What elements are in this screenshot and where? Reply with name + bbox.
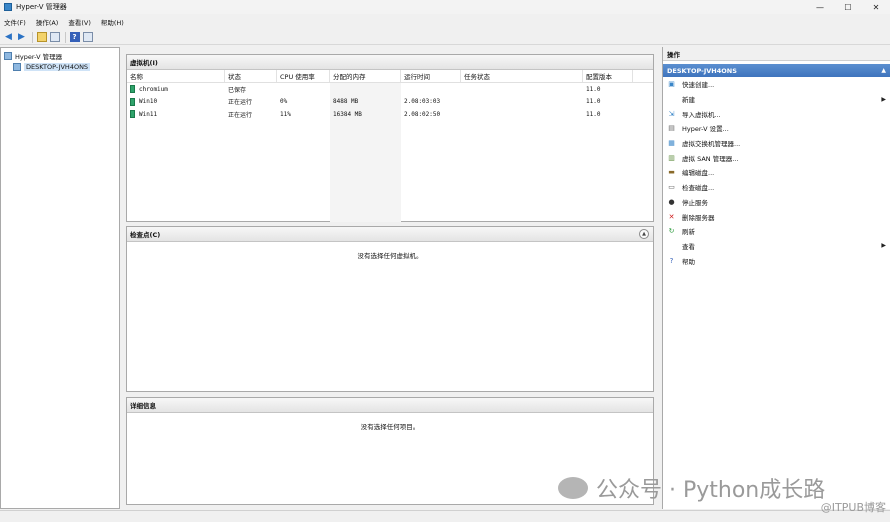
action-item[interactable]: ▬ 编辑磁盘... bbox=[663, 165, 890, 180]
vm-pane-header: 虚拟机(I) bbox=[127, 55, 653, 70]
collapse-up-icon[interactable]: ▲ bbox=[639, 229, 649, 239]
actions-pane: 操作 DESKTOP-JVH4ONS ▲ ▣ 快速创建... 新建 ▶ ⇲ 导入虚拟机..… bbox=[662, 47, 890, 509]
vm-table: 名称 状态 CPU 使用率 分配的内存 运行时间 任务状态 配置版本 chrom… bbox=[127, 70, 653, 222]
checkpoints-pane-header: 检查点(C) ▲ bbox=[127, 227, 653, 242]
action-label: 查看 bbox=[682, 242, 695, 251]
col-memory[interactable]: 分配的内存 bbox=[330, 70, 401, 82]
action-label: 检查磁盘... bbox=[682, 184, 715, 193]
import-icon: ⇲ bbox=[668, 109, 675, 118]
actions-section-server[interactable]: DESKTOP-JVH4ONS ▲ bbox=[663, 64, 890, 77]
delete-icon: ✕ bbox=[668, 212, 675, 221]
action-label: 删除服务器 bbox=[682, 213, 715, 222]
action-label: 帮助 bbox=[682, 257, 695, 266]
action-item[interactable]: ✕ 删除服务器 bbox=[663, 209, 890, 224]
inspect-disk-icon: ▭ bbox=[668, 183, 675, 192]
watermark-sub: @ITPUB博客 bbox=[820, 501, 886, 514]
menu-action[interactable]: 操作(A) bbox=[36, 17, 59, 27]
watermark: 公众号 · Python成长路 bbox=[558, 472, 825, 504]
col-task[interactable]: 任务状态 bbox=[461, 70, 583, 82]
toolbar: ◀ ▶ ? bbox=[0, 30, 890, 45]
switch-icon: ▦ bbox=[668, 139, 675, 148]
window-title: Hyper-V 管理器 bbox=[16, 3, 67, 11]
action-item[interactable]: ? 帮助 bbox=[663, 253, 890, 268]
action-item[interactable]: 新建 ▶ bbox=[663, 92, 890, 107]
action-label: 导入虚拟机... bbox=[682, 110, 721, 119]
action-item[interactable]: ⇲ 导入虚拟机... bbox=[663, 106, 890, 121]
menu-view[interactable]: 查看(V) bbox=[68, 17, 91, 27]
action-label: 停止服务 bbox=[682, 198, 708, 207]
vm-table-header: 名称 状态 CPU 使用率 分配的内存 运行时间 任务状态 配置版本 bbox=[127, 70, 653, 83]
checkpoints-empty-message: 没有选择任何虚拟机。 bbox=[357, 252, 423, 260]
action-item[interactable]: ▭ 检查磁盘... bbox=[663, 180, 890, 195]
settings-icon: ▤ bbox=[668, 124, 675, 133]
action-item[interactable]: ▥ 虚拟 SAN 管理器... bbox=[663, 150, 890, 165]
help-icon[interactable]: ? bbox=[69, 32, 80, 43]
tree-item-server[interactable]: DESKTOP-JVH4ONS bbox=[1, 61, 119, 72]
title-bar: Hyper-V 管理器 — ☐ ✕ bbox=[0, 0, 890, 14]
virtual-machines-pane: 虚拟机(I) 名称 状态 CPU 使用率 分配的内存 运行时间 任务状态 配置版… bbox=[126, 54, 654, 222]
table-row[interactable]: chromium 已保存 11.0 bbox=[127, 83, 653, 96]
wechat-logo-icon bbox=[558, 477, 588, 499]
action-label: 虚拟 SAN 管理器... bbox=[682, 154, 739, 163]
col-version[interactable]: 配置版本 bbox=[583, 70, 633, 82]
show-hide-tree-icon[interactable] bbox=[49, 32, 60, 43]
action-label: 新建 bbox=[682, 96, 695, 105]
forward-arrow-icon[interactable]: ▶ bbox=[16, 32, 27, 43]
san-icon: ▥ bbox=[668, 153, 675, 162]
tree-item-hyperv-manager[interactable]: Hyper-V 管理器 bbox=[1, 50, 119, 61]
col-cpu[interactable]: CPU 使用率 bbox=[277, 70, 330, 82]
action-item[interactable]: 查看 ▶ bbox=[663, 239, 890, 254]
quick-create-icon: ▣ bbox=[668, 80, 675, 89]
hyperv-app-icon bbox=[4, 3, 12, 11]
help-icon: ? bbox=[669, 256, 674, 265]
menu-help[interactable]: 帮助(H) bbox=[101, 17, 124, 27]
details-pane-header: 详细信息 bbox=[127, 398, 653, 413]
action-item[interactable]: ● 停止服务 bbox=[663, 195, 890, 210]
action-item[interactable]: ▤ Hyper-V 设置... bbox=[663, 121, 890, 136]
action-item[interactable]: ▣ 快速创建... bbox=[663, 77, 890, 92]
vm-icon bbox=[130, 85, 135, 94]
action-item[interactable]: ↻ 刷新 bbox=[663, 224, 890, 239]
back-arrow-icon[interactable]: ◀ bbox=[3, 32, 14, 43]
hyperv-manager-icon bbox=[4, 51, 12, 60]
folder-up-icon[interactable] bbox=[36, 32, 47, 43]
details-empty-message: 没有选择任何项目。 bbox=[360, 423, 420, 431]
action-item[interactable]: ▦ 虚拟交换机管理器... bbox=[663, 136, 890, 151]
refresh-icon: ↻ bbox=[668, 227, 675, 236]
maximize-button[interactable]: ☐ bbox=[834, 0, 862, 14]
status-bar bbox=[0, 510, 890, 522]
action-label: 虚拟交换机管理器... bbox=[682, 140, 741, 149]
checkpoints-pane: 检查点(C) ▲ 没有选择任何虚拟机。 bbox=[126, 226, 654, 392]
vm-icon bbox=[130, 97, 135, 106]
submenu-arrow-icon: ▶ bbox=[881, 242, 886, 250]
vm-icon bbox=[130, 110, 135, 119]
server-icon bbox=[13, 62, 21, 71]
action-label: Hyper-V 设置... bbox=[682, 125, 729, 134]
stop-icon: ● bbox=[668, 197, 675, 206]
show-hide-action-pane-icon[interactable] bbox=[82, 32, 93, 43]
edit-disk-icon: ▬ bbox=[668, 168, 675, 177]
menu-bar: 文件(F) 操作(A) 查看(V) 帮助(H) bbox=[0, 15, 890, 29]
col-uptime[interactable]: 运行时间 bbox=[401, 70, 461, 82]
collapse-up-icon[interactable]: ▲ bbox=[881, 67, 886, 74]
submenu-arrow-icon: ▶ bbox=[881, 95, 886, 103]
menu-file[interactable]: 文件(F) bbox=[4, 17, 26, 27]
table-row[interactable]: Win11 正在运行 11% 16384 MB 2.08:02:50 11.0 bbox=[127, 108, 653, 121]
col-name[interactable]: 名称 bbox=[127, 70, 225, 82]
action-label: 快速创建... bbox=[682, 81, 715, 90]
action-label: 刷新 bbox=[682, 228, 695, 237]
table-row[interactable]: Win10 正在运行 0% 8488 MB 2.08:03:03 11.0 bbox=[127, 96, 653, 109]
minimize-button[interactable]: — bbox=[806, 0, 834, 14]
close-button[interactable]: ✕ bbox=[862, 0, 890, 14]
col-status[interactable]: 状态 bbox=[225, 70, 277, 82]
navigation-tree: Hyper-V 管理器 DESKTOP-JVH4ONS bbox=[0, 47, 120, 509]
actions-header: 操作 bbox=[663, 47, 890, 61]
action-label: 编辑磁盘... bbox=[682, 169, 715, 178]
